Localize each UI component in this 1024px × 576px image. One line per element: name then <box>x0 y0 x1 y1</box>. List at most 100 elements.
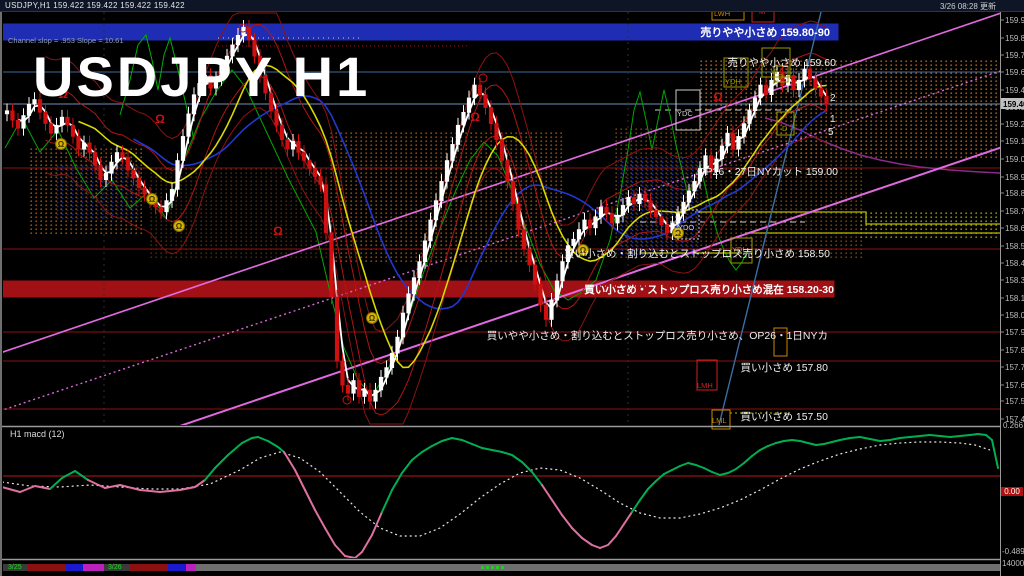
macd-main-line <box>471 443 483 449</box>
price-tick-label: 157.765 <box>1005 363 1024 372</box>
macd-main-line <box>719 472 729 476</box>
macd-main-line <box>727 468 737 474</box>
macd-main-line <box>831 439 841 443</box>
macd-main-line <box>615 523 625 537</box>
pivot-number: 5 <box>828 127 834 138</box>
price-tick-label: 157.440 <box>1005 415 1024 424</box>
macd-main-line <box>735 462 745 470</box>
macd-main-line <box>267 440 279 448</box>
level-box-label: LWH <box>714 9 730 18</box>
level-box-label: YDC <box>677 109 693 118</box>
price-tick-label: 157.870 <box>1005 346 1024 355</box>
macd-main-line <box>19 485 36 493</box>
price-tick-label: 159.490 <box>1005 86 1024 95</box>
macd-main-line <box>869 438 881 442</box>
macd-main-line <box>304 489 316 511</box>
macd-main-line <box>344 555 356 558</box>
price-tick-label: 158.950 <box>1005 173 1024 182</box>
macd-main-line <box>791 439 801 442</box>
level-box-label: M <box>759 7 765 16</box>
macd-main-line <box>241 437 253 444</box>
macd-main-line <box>949 435 961 438</box>
macd-main-line <box>783 439 793 442</box>
mt4-chart-window[interactable]: Ω Ω Ω Ω Ω Ω Ω Ω Ω Ω Ω LWH M W YDH D D YDC YDO YDL LMH LML 2 1 5 売… <box>0 0 1024 576</box>
macd-main-line <box>879 439 891 442</box>
macd-main-line <box>679 462 689 467</box>
macd-main-line <box>985 434 993 441</box>
macd-main-line <box>194 479 206 488</box>
macd-main-line <box>411 451 423 461</box>
chart-canvas[interactable]: ΩΩΩΩΩΩΩΩΩΩΩLWH MWYDHDDYDCYDOYDLLMHLML215売… <box>0 0 1024 576</box>
macd-main-line <box>899 436 911 439</box>
price-tick-label: 159.060 <box>1005 155 1024 164</box>
red-omega-marker: Ω <box>470 110 480 124</box>
price-tick-label: 159.170 <box>1005 137 1024 146</box>
current-price-value: 159.402 <box>1003 100 1024 109</box>
svg-text:Ω: Ω <box>149 195 156 204</box>
price-annotation: 買い小さめ 157.50 <box>740 411 828 423</box>
macd-main-line <box>441 437 453 442</box>
macd-main-line <box>859 436 871 440</box>
macd-main-line <box>324 527 336 546</box>
macd-main-line <box>521 461 533 473</box>
window-border-left <box>0 0 2 576</box>
macd-main-line <box>491 449 503 453</box>
red-omega-marker: Ω <box>58 87 68 101</box>
macd-main-line <box>541 484 553 501</box>
macd-main-line <box>671 465 681 471</box>
macd-main-line <box>695 464 705 469</box>
macd-layer <box>3 433 1000 558</box>
macd-main-line <box>257 436 269 442</box>
macd-main-line <box>823 441 833 445</box>
macd-main-line <box>959 434 971 437</box>
macd-main-line <box>807 442 817 446</box>
price-tick-label: 159.925 <box>1005 16 1024 25</box>
macd-main-line <box>647 480 657 490</box>
price-tick-label: 158.305 <box>1005 276 1024 285</box>
macd-main-line <box>551 499 563 516</box>
macd-main-line <box>581 537 593 546</box>
macd-main-line <box>314 509 326 529</box>
macd-main-line <box>214 454 229 469</box>
price-tick-label: 159.705 <box>1005 51 1024 60</box>
macd-main-line <box>571 527 583 539</box>
macd-main-line <box>815 443 825 446</box>
macd-main-line <box>227 442 243 456</box>
timeline-scrollbar[interactable] <box>3 564 1000 571</box>
price-tick-label: 158.735 <box>1005 207 1024 216</box>
macd-main-line <box>431 440 443 447</box>
level-box-label: YDO <box>678 223 694 232</box>
macd-main-line <box>623 511 633 525</box>
ichimoku-cloud <box>618 158 700 258</box>
level-box-label: YDH <box>725 77 741 86</box>
macd-main-line <box>381 489 393 513</box>
price-tick-label: 158.845 <box>1005 189 1024 198</box>
macd-main-line <box>751 449 761 457</box>
price-tick-label: 157.980 <box>1005 328 1024 337</box>
macd-main-line <box>421 445 433 453</box>
macd-main-line <box>531 471 543 486</box>
macd-signal-line <box>3 441 991 537</box>
macd-main-line <box>511 454 523 463</box>
price-annotation: 売りやや小さめ 159.80-90 <box>700 25 830 39</box>
macd-main-line <box>3 486 21 493</box>
level-box-label: D <box>778 72 784 81</box>
macd-main-line <box>977 433 987 436</box>
pivot-number: 2 <box>830 93 836 104</box>
macd-main-line <box>49 477 63 490</box>
price-tick-label: 158.630 <box>1005 224 1024 233</box>
price-annotation: OP26・27日NYカット 159.00 <box>697 166 838 178</box>
macd-main-line <box>599 544 609 549</box>
macd-main-line <box>711 471 721 476</box>
price-tick-label: 158.090 <box>1005 311 1024 320</box>
svg-text:Ω: Ω <box>176 222 183 231</box>
swing-marker-circle <box>342 395 352 405</box>
macd-main-line <box>354 551 363 558</box>
macd-main-line <box>929 434 941 437</box>
macd-main-line <box>663 469 673 475</box>
price-tick-label: 159.600 <box>1005 68 1024 77</box>
macd-main-line <box>451 437 463 441</box>
macd-main-line <box>631 499 641 513</box>
macd-main-line <box>159 489 181 493</box>
macd-main-line <box>61 470 76 479</box>
